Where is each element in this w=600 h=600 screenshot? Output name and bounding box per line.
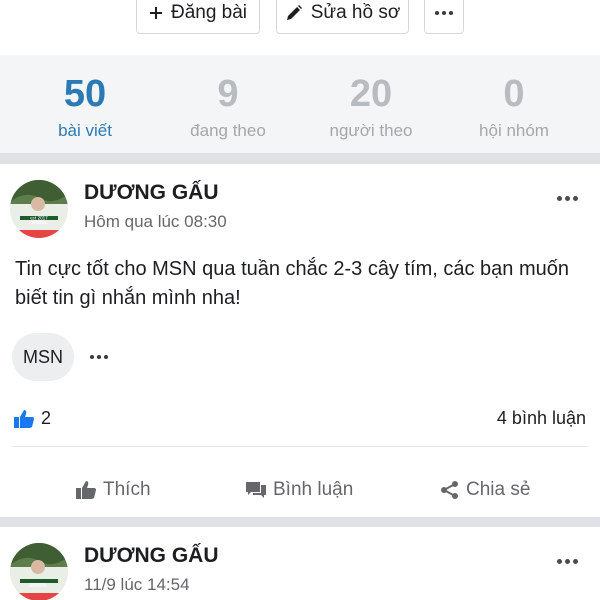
more-options-button[interactable] [424,0,464,34]
post-timestamp[interactable]: Hôm qua lúc 08:30 [84,212,227,232]
stat-value: 20 [349,73,393,115]
svg-text:est 2017: est 2017 [30,216,48,221]
like-button[interactable]: Thích [75,479,151,501]
post-menu-button[interactable] [557,188,578,206]
edit-profile-button[interactable]: Sửa hồ sơ [276,0,409,34]
more-icon [90,355,108,359]
stat-label: hội nhóm [479,121,549,140]
post-menu-button[interactable] [557,551,578,569]
comment-icon [245,480,267,500]
more-icon [557,196,578,201]
post-author[interactable]: DƯƠNG GẤU [84,544,219,568]
more-icon [435,11,453,15]
share-button[interactable]: Chia sẻ [440,479,530,501]
more-icon [557,559,578,564]
stat-following[interactable]: 9 đang theo [153,73,303,141]
plus-icon [149,6,163,20]
comment-button[interactable]: Bình luận [245,479,353,501]
stat-label: người theo [329,121,413,140]
share-label: Chia sẻ [466,479,531,500]
stat-label: đang theo [190,121,266,140]
profile-stats: 50 bài viết 9 đang theo 20 người theo 0 … [0,55,600,153]
thumbs-up-icon [13,409,35,429]
like-count-value: 2 [41,408,52,428]
section-divider [0,517,600,527]
post-author[interactable]: DƯƠNG GẤU [84,181,219,205]
stat-posts[interactable]: 50 bài viết [10,73,160,141]
share-icon [440,480,460,500]
stat-value: 0 [503,73,525,115]
stat-value: 50 [63,73,107,115]
like-label: Thích [103,479,151,500]
create-post-label: Đăng bài [170,2,248,23]
stat-followers[interactable]: 20 người theo [296,73,446,141]
stat-value: 9 [217,73,239,115]
stat-groups[interactable]: 0 hội nhóm [439,73,589,141]
divider [12,446,588,447]
avatar[interactable]: est 2017 [10,180,68,238]
post-content: Tin cực tốt cho MSN qua tuần chắc 2-3 câ… [15,258,570,309]
avatar[interactable] [10,543,68,600]
profile-actions: Đăng bài Sửa hồ sơ [0,0,600,34]
stat-label: bài viết [58,121,112,140]
comment-label: Bình luận [273,479,354,500]
tag-more-button[interactable] [90,346,108,364]
thumbs-up-icon [75,480,97,500]
pencil-icon [285,4,303,22]
section-divider [0,153,600,164]
like-count[interactable]: 2 [13,408,51,429]
feed-post: DƯƠNG GẤU 11/9 lúc 14:54 [0,527,600,600]
comment-count[interactable]: 4 bình luận [497,408,586,429]
post-timestamp[interactable]: 11/9 lúc 14:54 [84,575,190,595]
feed-post: est 2017 DƯƠNG GẤU Hôm qua lúc 08:30 Tin… [0,164,600,518]
edit-profile-label: Sửa hồ sơ [310,2,401,23]
create-post-button[interactable]: Đăng bài [136,0,260,34]
post-tag[interactable]: MSN [12,333,74,381]
post-tag-label: MSN [23,346,63,367]
